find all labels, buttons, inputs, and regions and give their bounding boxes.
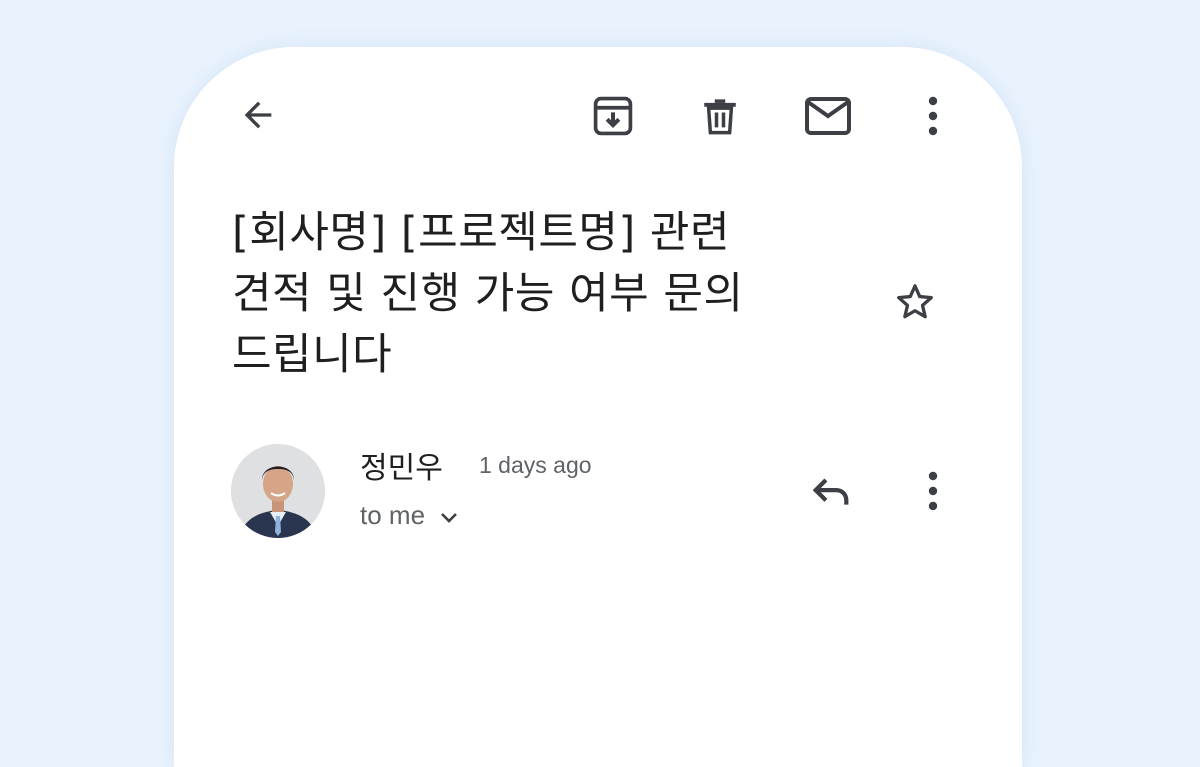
person-avatar-icon (231, 444, 325, 538)
email-timestamp: 1 days ago (479, 452, 592, 478)
more-vert-icon (928, 471, 938, 511)
trash-icon (704, 99, 736, 135)
star-outline-icon (897, 284, 933, 319)
star-button[interactable] (889, 277, 941, 327)
recipient-label: to me (360, 500, 426, 530)
mail-icon (805, 97, 851, 135)
mark-unread-button[interactable] (800, 91, 856, 141)
archive-button[interactable] (587, 91, 639, 141)
email-subject: [회사명] [프로젝트명] 관련 견적 및 진행 가능 여부 문의 드립니다 (232, 203, 872, 386)
back-arrow-icon (244, 101, 272, 129)
recipient-details-toggle[interactable]: to me (360, 500, 459, 531)
subject-line: [회사명] [프로젝트명] 관련 (232, 208, 731, 258)
more-options-button[interactable] (916, 91, 950, 141)
chevron-down-icon (441, 512, 457, 523)
delete-button[interactable] (694, 91, 746, 141)
back-button[interactable] (232, 93, 284, 137)
archive-icon (593, 96, 633, 136)
email-detail-screen: [회사명] [프로젝트명] 관련 견적 및 진행 가능 여부 문의 드립니다 정… (174, 47, 1022, 767)
sender-name: 정민우 (360, 451, 443, 486)
more-vert-icon (928, 96, 938, 136)
subject-line: 드립니다 (232, 330, 393, 380)
message-more-options-button[interactable] (916, 467, 950, 515)
reply-button[interactable] (805, 467, 857, 515)
reply-icon (812, 478, 849, 505)
sender-avatar[interactable] (231, 444, 325, 538)
subject-line: 견적 및 진행 가능 여부 문의 (232, 269, 744, 319)
